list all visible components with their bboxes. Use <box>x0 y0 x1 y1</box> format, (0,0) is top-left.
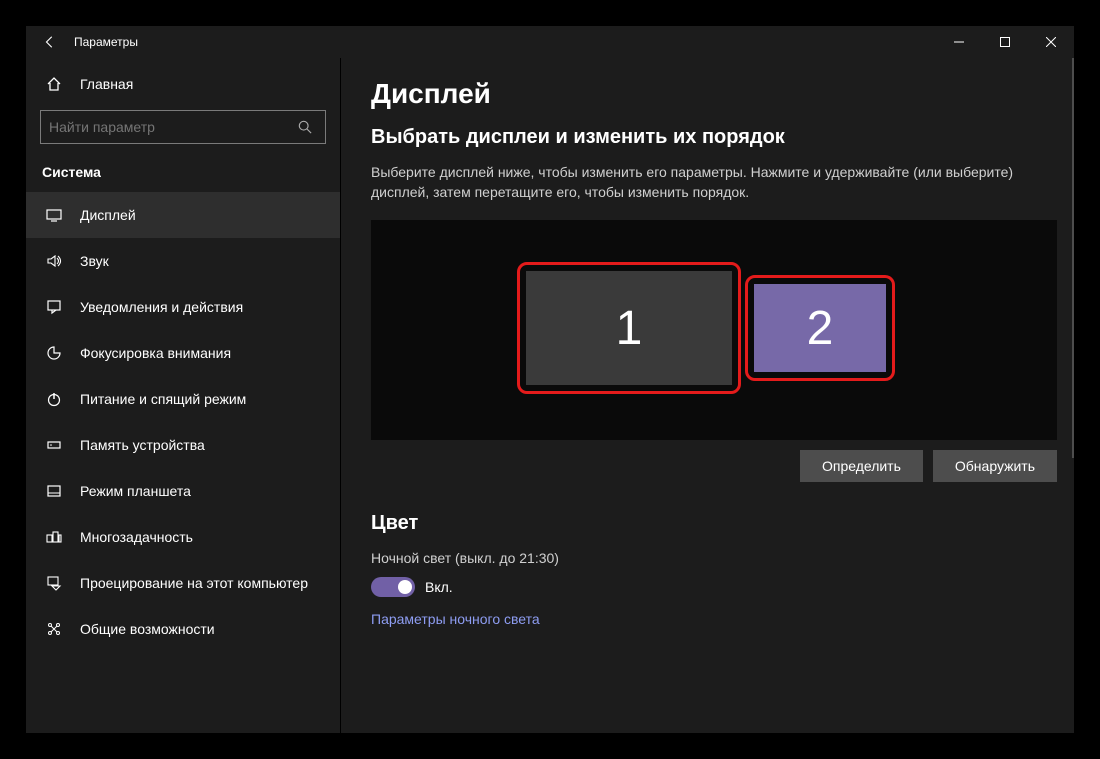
sidebar-item-shared[interactable]: Общие возможности <box>26 606 340 652</box>
home-icon <box>42 76 66 92</box>
sidebar-item-label: Режим планшета <box>80 483 191 499</box>
night-light-toggle[interactable] <box>371 577 415 597</box>
toggle-state-label: Вкл. <box>425 579 453 595</box>
sidebar: Главная Система Дисплей Звук <box>26 58 341 733</box>
section-label: Система <box>26 156 340 192</box>
monitor-1-label: 1 <box>526 271 732 385</box>
home-nav[interactable]: Главная <box>26 64 340 104</box>
focus-icon <box>42 345 66 361</box>
back-button[interactable] <box>36 26 64 58</box>
sidebar-item-label: Память устройства <box>80 437 205 453</box>
color-heading: Цвет <box>371 512 1074 535</box>
arrange-heading: Выбрать дисплеи и изменить их порядок <box>371 126 1074 149</box>
sidebar-item-label: Звук <box>80 253 109 269</box>
sidebar-item-label: Общие возможности <box>80 621 215 637</box>
night-light-label: Ночной свет (выкл. до 21:30) <box>371 549 1041 569</box>
page-title: Дисплей <box>371 78 1074 110</box>
home-label: Главная <box>80 76 133 92</box>
sidebar-item-projecting[interactable]: Проецирование на этот компьютер <box>26 560 340 606</box>
settings-window: Параметры Главная <box>26 26 1074 733</box>
arrange-description: Выберите дисплей ниже, чтобы изменить ег… <box>371 163 1041 202</box>
search-icon <box>293 120 317 134</box>
storage-icon <box>42 437 66 453</box>
display-arrangement-area[interactable]: 1 2 <box>371 220 1057 440</box>
sidebar-item-label: Питание и спящий режим <box>80 391 246 407</box>
display-icon <box>42 207 66 223</box>
close-button[interactable] <box>1028 26 1074 58</box>
night-light-settings-link[interactable]: Параметры ночного света <box>371 611 540 627</box>
identify-button[interactable]: Определить <box>800 450 923 482</box>
tablet-icon <box>42 483 66 499</box>
monitor-1[interactable]: 1 <box>517 262 741 394</box>
toggle-knob <box>398 580 412 594</box>
project-icon <box>42 575 66 591</box>
window-controls <box>936 26 1074 58</box>
window-title: Параметры <box>74 35 138 49</box>
maximize-button[interactable] <box>982 26 1028 58</box>
sidebar-item-label: Многозадачность <box>80 529 193 545</box>
sidebar-item-multitask[interactable]: Многозадачность <box>26 514 340 560</box>
minimize-button[interactable] <box>936 26 982 58</box>
scrollbar[interactable] <box>1072 58 1074 458</box>
sidebar-item-focus[interactable]: Фокусировка внимания <box>26 330 340 376</box>
titlebar: Параметры <box>26 26 1074 58</box>
search-input[interactable] <box>49 119 293 135</box>
sidebar-item-notifications[interactable]: Уведомления и действия <box>26 284 340 330</box>
search-box[interactable] <box>40 110 326 144</box>
power-icon <box>42 391 66 407</box>
sidebar-item-tablet[interactable]: Режим планшета <box>26 468 340 514</box>
sidebar-item-sound[interactable]: Звук <box>26 238 340 284</box>
sidebar-item-power[interactable]: Питание и спящий режим <box>26 376 340 422</box>
notifications-icon <box>42 299 66 315</box>
monitor-2[interactable]: 2 <box>745 275 895 381</box>
sidebar-item-label: Дисплей <box>80 207 136 223</box>
sound-icon <box>42 253 66 269</box>
sidebar-item-label: Фокусировка внимания <box>80 345 231 361</box>
multitask-icon <box>42 529 66 545</box>
sidebar-item-label: Проецирование на этот компьютер <box>80 575 308 591</box>
shared-icon <box>42 621 66 637</box>
sidebar-item-display[interactable]: Дисплей <box>26 192 340 238</box>
sidebar-item-storage[interactable]: Память устройства <box>26 422 340 468</box>
detect-button[interactable]: Обнаружить <box>933 450 1057 482</box>
main-content: Дисплей Выбрать дисплеи и изменить их по… <box>341 58 1074 733</box>
sidebar-item-label: Уведомления и действия <box>80 299 243 315</box>
monitor-2-label: 2 <box>754 284 886 372</box>
